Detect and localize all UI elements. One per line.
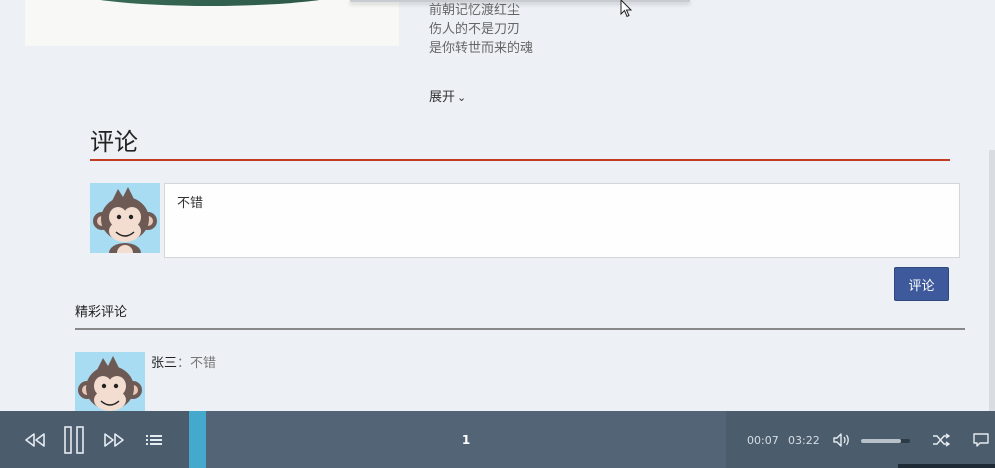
monkey-avatar-icon <box>78 356 142 411</box>
lyric-line: 前朝记忆渡红尘 <box>429 3 521 18</box>
expand-label: 展开 <box>429 90 456 105</box>
volume-slider[interactable] <box>861 439 910 443</box>
album-thumb-strip <box>189 411 206 468</box>
comment-item: 张三：不错 <box>151 352 216 371</box>
hot-comments-title: 精彩评论 <box>75 305 128 320</box>
playlist-icon <box>146 434 162 445</box>
next-button[interactable] <box>101 411 127 468</box>
current-time: 00:07 <box>747 434 779 447</box>
comment-user[interactable]: 张三 <box>151 356 177 371</box>
comment-separator: ： <box>177 356 191 371</box>
prev-button[interactable] <box>22 411 48 468</box>
title-divider <box>90 159 950 161</box>
avatar <box>75 352 145 411</box>
submit-comment-button[interactable]: 评论 <box>894 267 949 301</box>
chevron-down-icon: ⌄ <box>457 91 467 104</box>
monkey-avatar-icon <box>93 187 157 253</box>
volume-level <box>861 439 902 443</box>
shuffle-button[interactable] <box>931 411 951 468</box>
album-cover <box>25 0 399 46</box>
total-time: 03:22 <box>788 434 820 447</box>
album-cover-art <box>65 0 355 6</box>
playlist-button[interactable] <box>144 411 164 468</box>
lyric-line: 伤人的不是刀刃 <box>429 22 521 37</box>
comment-input[interactable]: 不错 <box>164 183 960 258</box>
lyrics-button[interactable] <box>971 411 991 468</box>
track-number: 1 <box>461 433 471 447</box>
prev-icon <box>25 432 45 447</box>
pause-button[interactable] <box>60 411 88 468</box>
shuffle-icon <box>933 432 950 447</box>
volume-icon <box>833 432 849 447</box>
expand-lyrics-link[interactable]: 展开 ⌄ <box>429 86 466 105</box>
lyrics-block: 前朝记忆渡红尘 伤人的不是刀刃 是你转世而来的魂 <box>429 1 533 58</box>
mouse-cursor-icon <box>620 0 633 18</box>
lyric-line: 是你转世而来的魂 <box>429 41 534 56</box>
lyrics-icon <box>973 432 989 447</box>
comments-title: 评论 <box>90 128 138 156</box>
track-info-area: 1 <box>206 411 726 468</box>
window-edge <box>898 464 995 468</box>
next-icon <box>104 432 124 447</box>
player-bar: 1 00:07 03:22 <box>0 411 995 468</box>
comment-text: 不错 <box>190 356 217 371</box>
scrollbar[interactable] <box>989 150 995 412</box>
hot-comments-divider <box>75 328 965 330</box>
volume-button[interactable] <box>832 411 852 468</box>
avatar <box>90 183 160 253</box>
pause-icon <box>64 425 84 454</box>
